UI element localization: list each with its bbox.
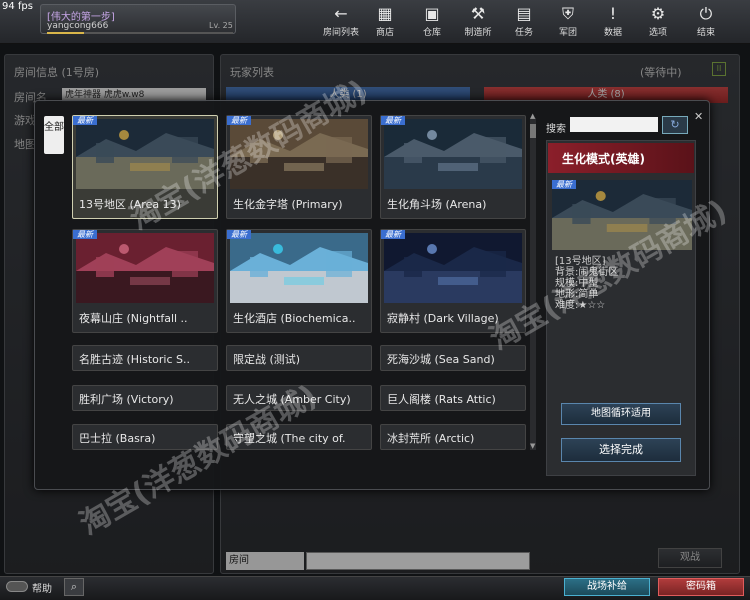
map-card[interactable]: 最新生化角斗场 (Arena) xyxy=(380,115,526,219)
new-badge: 最新 xyxy=(227,230,251,239)
exp-bar xyxy=(47,32,233,34)
map-name: 生化金字塔 (Primary) xyxy=(233,198,343,211)
info-icon: ! xyxy=(609,4,617,23)
map-thumbnail xyxy=(230,233,368,303)
search-label: 搜索 xyxy=(546,124,566,135)
warehouse-icon: ▣ xyxy=(424,4,440,23)
map-card[interactable]: 最新生化酒店 (Biochemica.. xyxy=(226,229,372,333)
search-icon[interactable]: ⌕ xyxy=(64,578,84,596)
map-name: 巴士拉 (Basra) xyxy=(79,432,156,445)
ticket-icon: ▤ xyxy=(516,4,532,23)
nav-clan-button[interactable]: ⛨ 军团 xyxy=(545,4,591,42)
new-badge: 最新 xyxy=(381,230,405,239)
nav-options-button[interactable]: ⚙ 选项 xyxy=(635,4,681,42)
map-loop-button[interactable]: 地图循环适用 xyxy=(561,403,681,425)
nav-data-button[interactable]: ! 数据 xyxy=(590,4,636,42)
fps-counter: 94 fps xyxy=(2,1,33,12)
arrow-left-icon: ← xyxy=(334,4,348,23)
map-list-item[interactable]: 冰封荒所 (Arctic) xyxy=(380,424,526,450)
nav-label: 房间列表 xyxy=(322,28,359,38)
new-badge: 最新 xyxy=(73,116,97,125)
nav-mission-button[interactable]: ▤ 任务 xyxy=(501,4,547,42)
help-label: 帮助 xyxy=(32,584,52,595)
new-badge: 最新 xyxy=(552,180,576,189)
player-name: yangcong666 xyxy=(47,21,109,31)
new-badge: 最新 xyxy=(227,116,251,125)
map-list-item[interactable]: 胜利广场 (Victory) xyxy=(72,385,218,411)
nav-label: 商店 xyxy=(375,28,394,38)
nav-label: 任务 xyxy=(514,28,533,38)
shop-icon: ▦ xyxy=(377,4,393,23)
nav-label: 仓库 xyxy=(422,28,441,38)
nav-back-button[interactable]: ← 房间列表 xyxy=(318,4,364,42)
scroll-up-icon[interactable]: ▲ xyxy=(530,112,535,120)
nav-warehouse-button[interactable]: ▣ 仓库 xyxy=(409,4,455,42)
nav-shop-button[interactable]: ▦ 商店 xyxy=(362,4,408,42)
map-name: 冰封荒所 (Arctic) xyxy=(387,432,475,445)
nav-label: 数据 xyxy=(603,28,622,38)
gear-icon: ⚙ xyxy=(650,4,666,23)
help-toggle[interactable] xyxy=(6,581,28,592)
nav-label: 选项 xyxy=(648,28,667,38)
map-name: 巨人阁楼 (Rats Attic) xyxy=(387,393,496,406)
map-thumbnail xyxy=(384,119,522,189)
scrollbar-thumb[interactable] xyxy=(530,124,536,138)
tab-all[interactable]: 全部 xyxy=(44,116,64,154)
scroll-down-icon[interactable]: ▼ xyxy=(530,442,535,450)
nav-label: 制造所 xyxy=(464,28,492,38)
nav-label: 军团 xyxy=(558,28,577,38)
nav-label: 结束 xyxy=(696,28,715,38)
map-thumbnail xyxy=(76,233,214,303)
new-badge: 最新 xyxy=(381,116,405,125)
player-level: Lv. 25 xyxy=(209,21,233,30)
map-card[interactable]: 最新夜幕山庄 (Nightfall .. xyxy=(72,229,218,333)
shield-icon: ⛨ xyxy=(561,4,574,23)
new-badge: 最新 xyxy=(73,230,97,239)
mode-title: 生化模式(英雄) xyxy=(562,152,645,166)
player-card[interactable]: [伟大的第一步] yangcong666 Lv. 25 xyxy=(40,4,236,34)
map-list-item[interactable]: 名胜古迹 (Historic S.. xyxy=(72,345,218,371)
refresh-icon[interactable]: ↻ xyxy=(662,116,688,134)
safebox-button[interactable]: 密码箱 xyxy=(658,578,744,596)
wrench-icon: ⚒ xyxy=(470,4,486,23)
map-name: 限定战 (测试) xyxy=(233,353,301,366)
map-name: 生化酒店 (Biochemica.. xyxy=(233,312,356,325)
exp-bar-fill xyxy=(47,32,85,34)
power-icon: ⏻ xyxy=(699,4,713,23)
map-thumbnail xyxy=(384,233,522,303)
map-name: 胜利广场 (Victory) xyxy=(79,393,174,406)
map-list-item[interactable]: 巨人阁楼 (Rats Attic) xyxy=(380,385,526,411)
select-done-button[interactable]: 选择完成 xyxy=(561,438,681,462)
map-list-item[interactable]: 限定战 (测试) xyxy=(226,345,372,371)
map-name: 名胜古迹 (Historic S.. xyxy=(79,353,190,366)
nav-quit-button[interactable]: ⏻ 结束 xyxy=(683,4,729,42)
map-name: 生化角斗场 (Arena) xyxy=(387,198,487,211)
scrollbar[interactable] xyxy=(530,118,536,450)
search-input[interactable] xyxy=(570,117,658,132)
close-icon[interactable]: ✕ xyxy=(694,110,703,123)
map-name: 夜幕山庄 (Nightfall .. xyxy=(79,312,188,325)
nav-workshop-button[interactable]: ⚒ 制造所 xyxy=(455,4,501,42)
map-name: 死海沙城 (Sea Sand) xyxy=(387,353,495,366)
battle-supply-button[interactable]: 战场补给 xyxy=(564,578,650,596)
